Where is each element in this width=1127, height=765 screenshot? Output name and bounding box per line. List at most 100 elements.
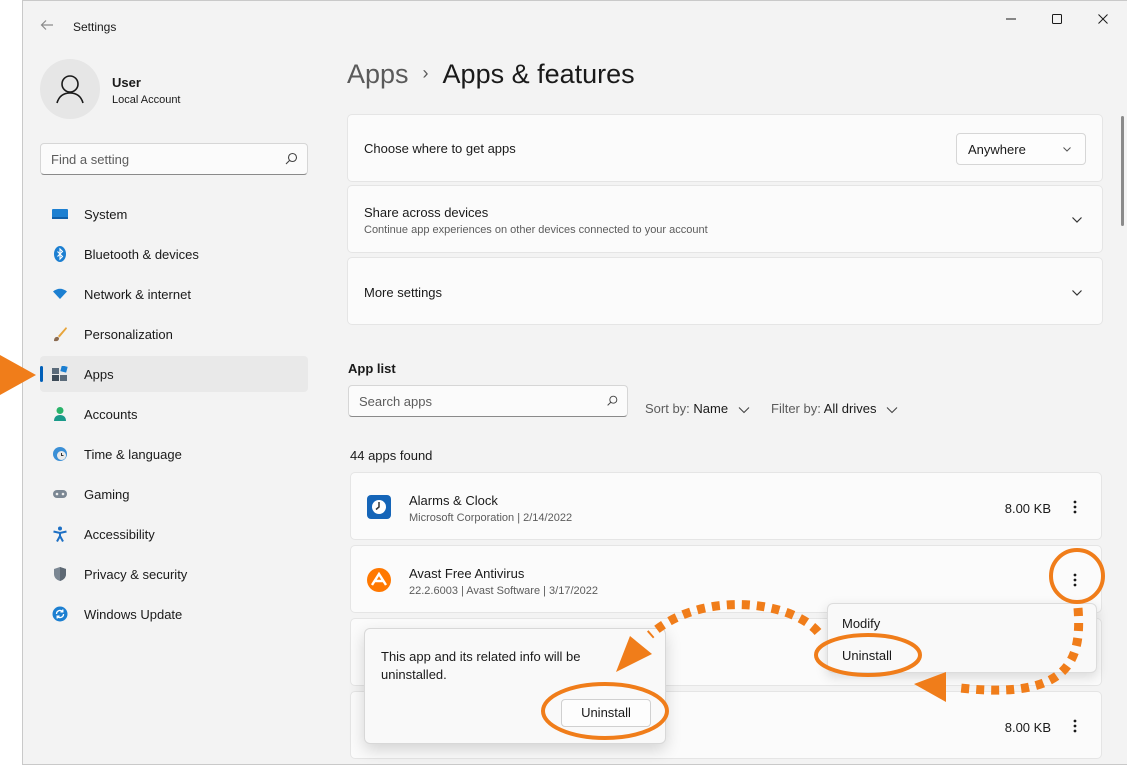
app-name: Avast Free Antivirus: [409, 566, 525, 581]
sidebar-item-label: Privacy & security: [84, 567, 188, 582]
sort-by-dropdown[interactable]: Sort by: Name: [645, 401, 750, 416]
sidebar-nav: System Bluetooth & devices Network & int…: [40, 196, 308, 636]
chevron-down-icon: [1063, 147, 1071, 152]
setting-description: Continue app experiences on other device…: [364, 224, 708, 236]
more-vertical-icon: [1073, 500, 1077, 514]
settings-window: Settings User Local Account Find a setti…: [22, 0, 1127, 765]
page-title: Apps & features: [442, 59, 635, 89]
chevron-down-icon: [886, 406, 898, 413]
app-context-menu: Modify Uninstall: [827, 603, 1097, 673]
close-button[interactable]: [1083, 9, 1123, 29]
maximize-icon: [1052, 14, 1062, 24]
account-type: Local Account: [112, 94, 181, 106]
confirm-message: This app and its related info will be un…: [381, 649, 581, 682]
scrollbar-thumb[interactable]: [1121, 116, 1124, 226]
app-title: Settings: [73, 20, 117, 34]
alarm-clock-icon: [367, 495, 391, 519]
more-vertical-icon: [1073, 719, 1077, 733]
sidebar-item-privacy[interactable]: Privacy & security: [40, 556, 308, 592]
chevron-down-icon: [1072, 290, 1082, 296]
more-options-button[interactable]: [1063, 568, 1087, 592]
update-icon: [52, 606, 68, 622]
back-arrow-icon: [40, 20, 53, 30]
dropdown-value: Anywhere: [968, 142, 1026, 157]
search-icon: [285, 152, 298, 165]
gamepad-icon: [53, 490, 67, 498]
setting-title: Choose where to get apps: [364, 141, 516, 156]
menu-item-modify[interactable]: Modify: [842, 616, 880, 631]
sidebar-item-label: Network & internet: [84, 287, 191, 302]
sidebar-item-label: Accounts: [84, 407, 138, 422]
breadcrumb-parent[interactable]: Apps: [347, 59, 409, 89]
filter-value: All drives: [823, 401, 877, 416]
filter-label: Filter by:: [771, 401, 821, 416]
sidebar-item-label: Bluetooth & devices: [84, 247, 199, 262]
sidebar-item-network[interactable]: Network & internet: [40, 276, 308, 312]
chevron-down-icon: [738, 406, 750, 413]
sidebar-item-time-language[interactable]: Time & language: [40, 436, 308, 472]
choose-apps-source-card: Choose where to get apps Anywhere: [347, 114, 1103, 182]
apps-source-dropdown[interactable]: Anywhere: [956, 133, 1086, 165]
sidebar-item-personalization[interactable]: Personalization: [40, 316, 308, 352]
globe-clock-icon: [53, 447, 67, 461]
bluetooth-icon: [54, 246, 66, 262]
menu-item-uninstall[interactable]: Uninstall: [842, 648, 892, 663]
user-name: User: [112, 75, 141, 90]
sidebar-item-accessibility[interactable]: Accessibility: [40, 516, 308, 552]
sidebar-item-label: Time & language: [84, 447, 182, 462]
more-options-button[interactable]: [1063, 495, 1087, 519]
sidebar-item-bluetooth[interactable]: Bluetooth & devices: [40, 236, 308, 272]
maximize-button[interactable]: [1037, 9, 1077, 29]
sidebar-item-label: Windows Update: [84, 607, 183, 622]
back-button[interactable]: [37, 15, 57, 35]
setting-title: Share across devices: [364, 205, 489, 220]
app-row-alarms-clock: Alarms & Clock Microsoft Corporation | 2…: [350, 472, 1102, 540]
confirm-uninstall-button[interactable]: Uninstall: [561, 699, 651, 727]
sidebar-item-label: Accessibility: [84, 527, 155, 542]
apps-icon: [52, 366, 68, 381]
uninstall-confirm-flyout: This app and its related info will be un…: [364, 628, 666, 744]
app-list-heading: App list: [348, 361, 396, 376]
sidebar-item-label: System: [84, 207, 128, 222]
search-apps-input[interactable]: Search apps: [348, 385, 628, 417]
sidebar-item-label: Personalization: [84, 327, 173, 342]
monitor-icon: [52, 209, 68, 219]
sidebar-item-gaming[interactable]: Gaming: [40, 476, 308, 512]
wifi-icon: [53, 288, 67, 299]
sidebar-item-windows-update[interactable]: Windows Update: [40, 596, 308, 632]
filter-by-dropdown[interactable]: Filter by: All drives: [771, 401, 898, 416]
sort-value: Name: [693, 401, 729, 416]
find-setting-placeholder: Find a setting: [51, 152, 130, 167]
breadcrumb-separator: ›: [422, 63, 429, 83]
close-icon: [1098, 14, 1108, 24]
share-across-devices-card[interactable]: Share across devices Continue app experi…: [347, 185, 1103, 253]
app-name: Alarms & Clock: [409, 493, 498, 508]
person-icon: [56, 75, 84, 104]
search-icon: [607, 395, 618, 406]
app-meta: 22.2.6003 | Avast Software | 3/17/2022: [409, 585, 598, 597]
accessibility-icon: [53, 526, 67, 542]
title-bar: Settings: [23, 1, 1127, 49]
more-vertical-icon: [1073, 573, 1077, 587]
sidebar-item-apps[interactable]: Apps: [40, 356, 308, 392]
sidebar-item-system[interactable]: System: [40, 196, 308, 232]
shield-icon: [54, 567, 66, 581]
app-size: 8.00 KB: [1004, 720, 1051, 735]
selection-indicator: [40, 366, 43, 382]
minimize-icon: [1006, 18, 1016, 20]
app-meta: Microsoft Corporation | 2/14/2022: [409, 512, 573, 524]
minimize-button[interactable]: [991, 9, 1031, 29]
sidebar-item-label: Apps: [84, 367, 114, 382]
chevron-down-icon: [1072, 217, 1082, 223]
setting-title: More settings: [364, 285, 443, 300]
breadcrumb: Apps › Apps & features: [347, 59, 635, 90]
apps-count: 44 apps found: [350, 448, 433, 463]
more-options-button[interactable]: [1063, 714, 1087, 738]
find-setting-input[interactable]: Find a setting: [40, 143, 308, 175]
sidebar-item-accounts[interactable]: Accounts: [40, 396, 308, 432]
avatar[interactable]: [40, 59, 100, 119]
more-settings-card[interactable]: More settings: [347, 257, 1103, 325]
search-apps-placeholder: Search apps: [359, 394, 432, 409]
sort-label: Sort by:: [645, 401, 690, 416]
avast-icon: [367, 568, 391, 592]
